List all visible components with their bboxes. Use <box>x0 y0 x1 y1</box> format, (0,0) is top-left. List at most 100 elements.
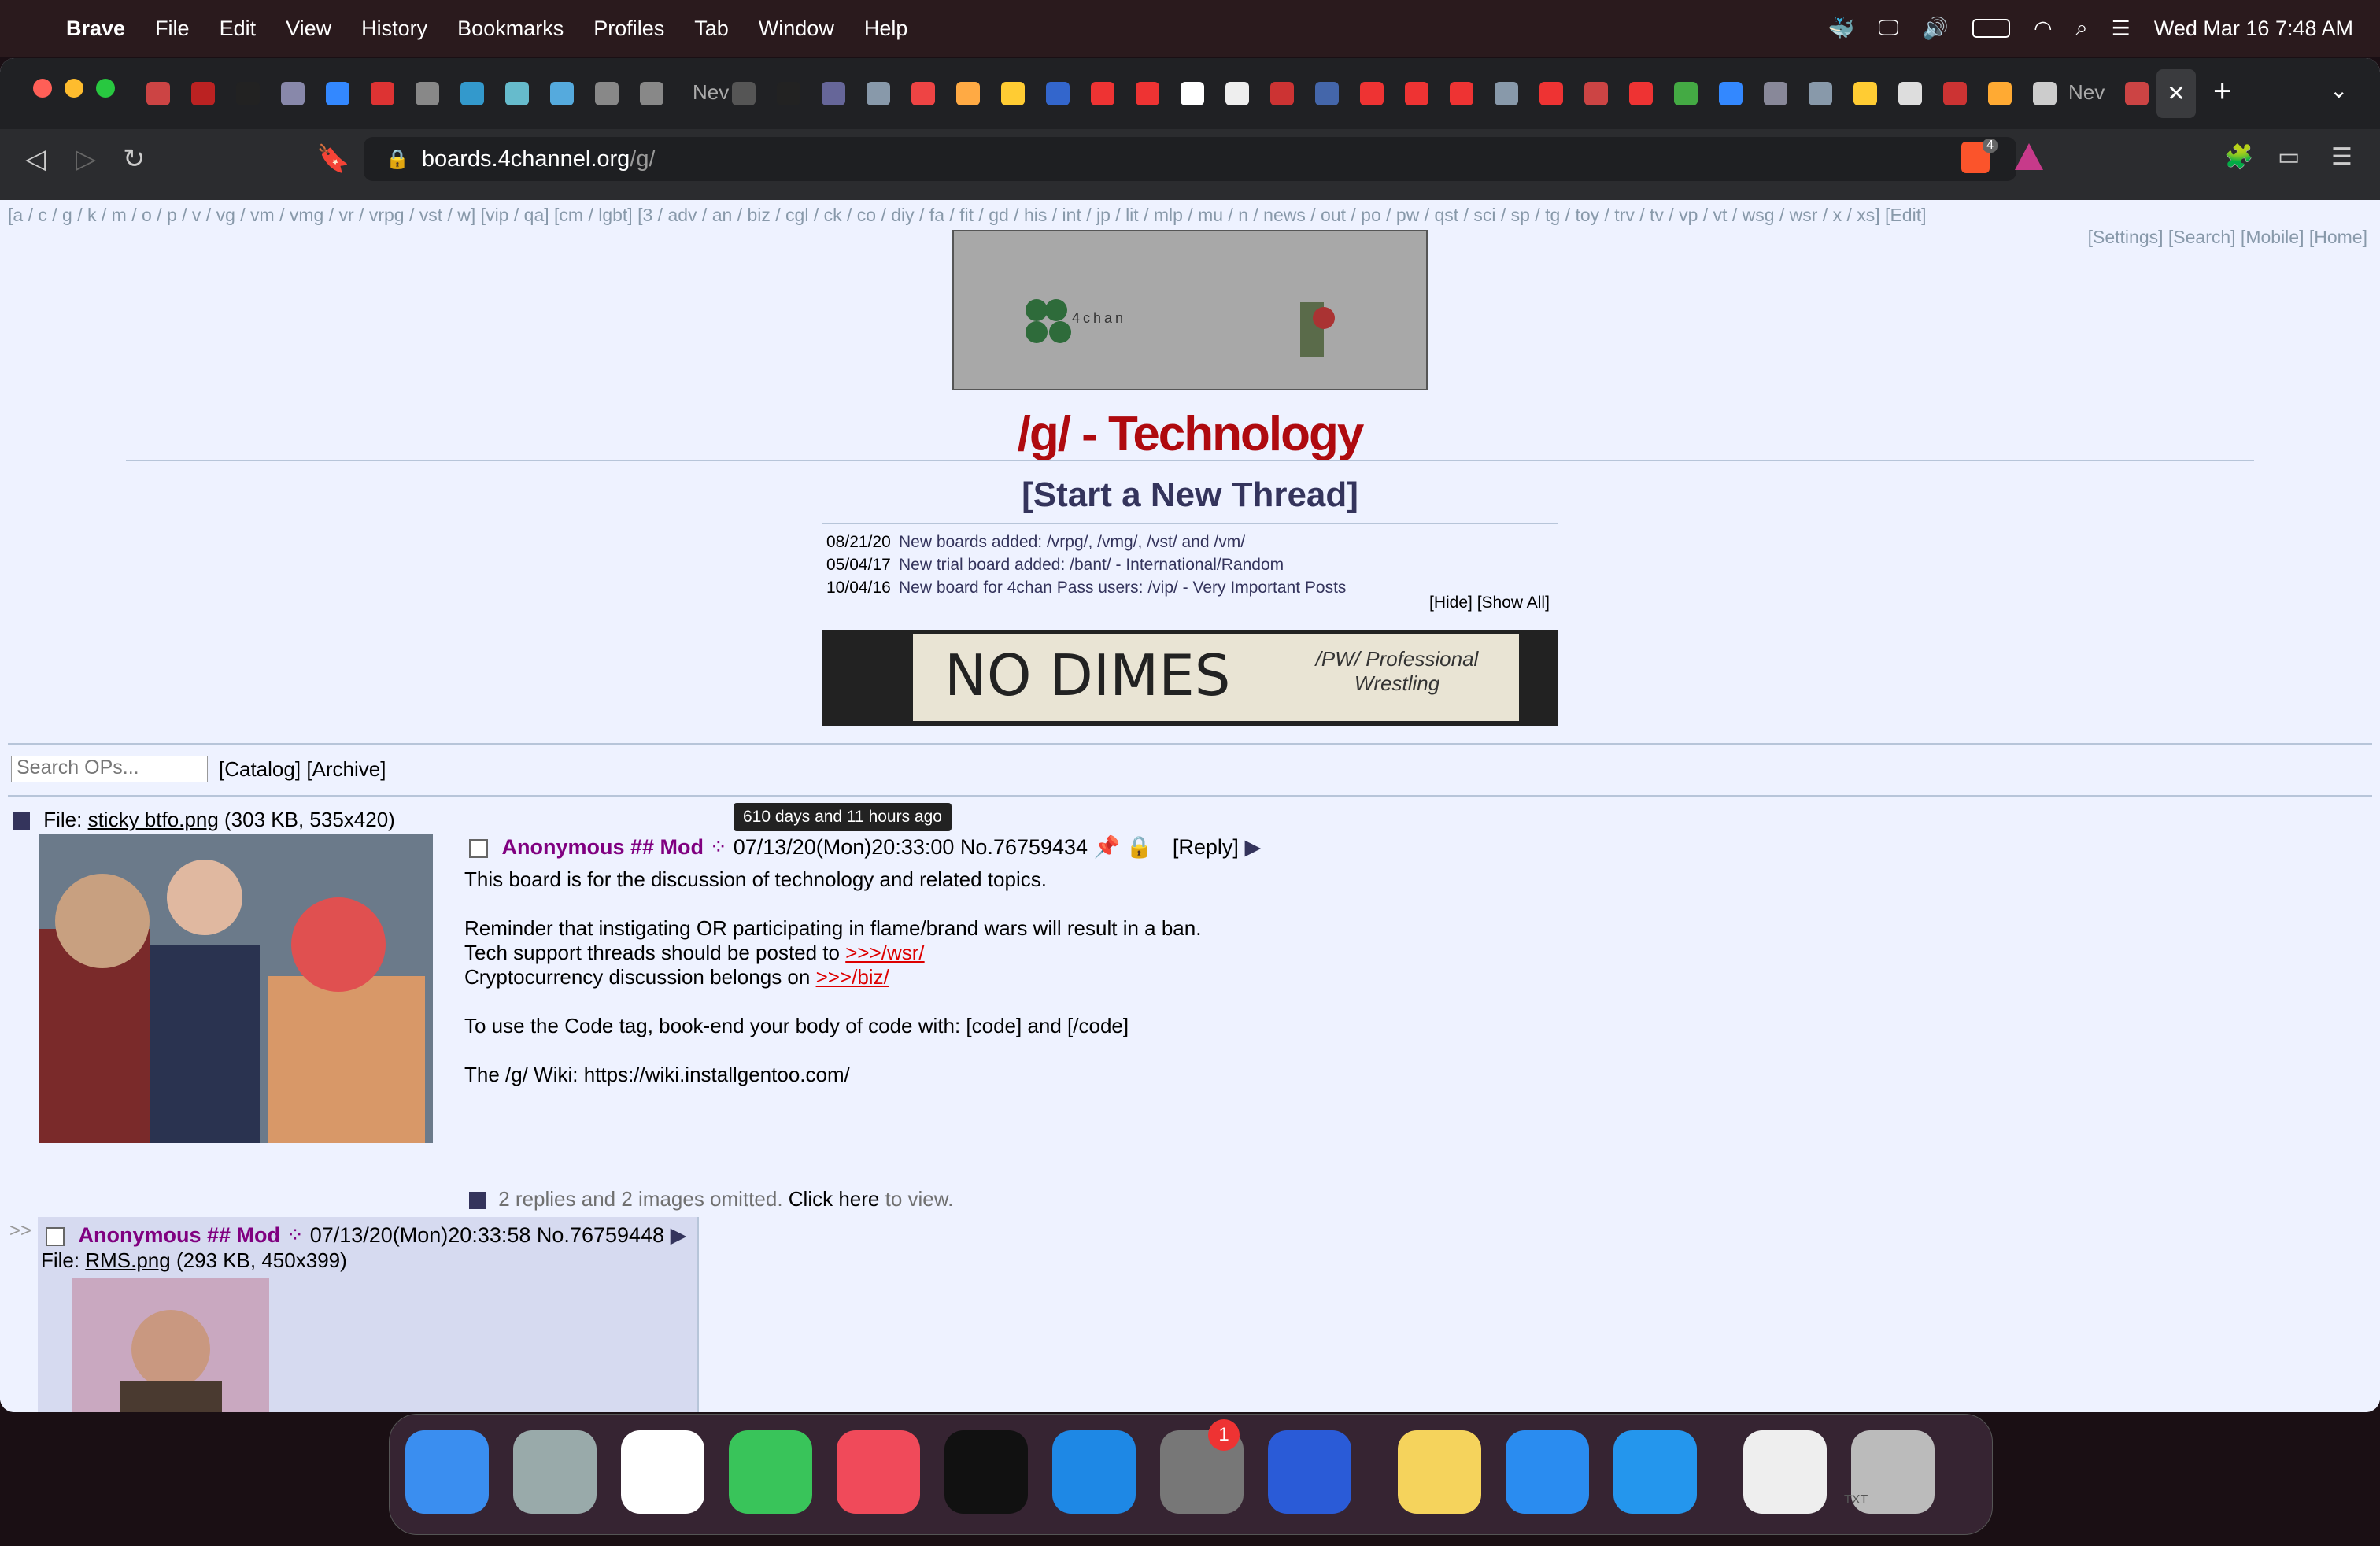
tab-favicon-icon[interactable] <box>1584 82 1608 105</box>
board-banner[interactable]: 4chan <box>952 230 1428 390</box>
safari-icon[interactable] <box>1506 1430 1589 1514</box>
docker-icon[interactable] <box>1613 1430 1697 1514</box>
menu-tab[interactable]: Tab <box>694 17 729 41</box>
tab-favicon-icon[interactable] <box>1898 82 1922 105</box>
music-icon[interactable] <box>837 1430 920 1514</box>
finder-icon[interactable] <box>405 1430 489 1514</box>
brave-icon[interactable] <box>621 1430 704 1514</box>
battery-icon[interactable] <box>1972 19 2010 38</box>
tab-favicon-icon[interactable] <box>2125 82 2149 105</box>
tab-favicon-icon[interactable] <box>1809 82 1832 105</box>
wifi-icon[interactable]: ◠ <box>2034 17 2053 41</box>
tab-favicon-icon[interactable] <box>1764 82 1787 105</box>
reply-file-link[interactable]: RMS.png <box>85 1248 170 1272</box>
extensions-icon[interactable]: 🧩 <box>2224 143 2253 171</box>
tab-favicon-icon[interactable] <box>1270 82 1294 105</box>
tab-favicon-icon[interactable] <box>1046 82 1070 105</box>
post-menu-arrow-icon[interactable]: ▶ <box>671 1223 687 1247</box>
close-tab-icon[interactable]: ✕ <box>2156 69 2196 118</box>
tab-favicon-icon[interactable] <box>1091 82 1114 105</box>
tab-label[interactable]: Nev <box>2068 80 2105 105</box>
tab-favicon-icon[interactable] <box>1001 82 1025 105</box>
tab-favicon-icon[interactable] <box>867 82 890 105</box>
vscode-icon[interactable] <box>1052 1430 1136 1514</box>
tab-favicon-icon[interactable] <box>1181 82 1204 105</box>
op-thumbnail[interactable] <box>39 834 433 1143</box>
zoom-window-button[interactable] <box>96 79 115 98</box>
tab-favicon-icon[interactable] <box>1539 82 1563 105</box>
tab-favicon-icon[interactable] <box>1405 82 1428 105</box>
search-ops-input[interactable]: Search OPs... <box>11 756 208 782</box>
menu-app-name[interactable]: Brave <box>66 17 125 41</box>
arc-icon[interactable] <box>1268 1430 1351 1514</box>
menu-view[interactable]: View <box>286 17 331 41</box>
tab-favicon-icon[interactable] <box>550 82 574 105</box>
quotelink-biz[interactable]: >>>/biz/ <box>816 965 889 989</box>
back-icon[interactable]: ◁ <box>25 143 46 175</box>
tab-favicon-icon[interactable] <box>371 82 394 105</box>
news-controls[interactable]: [Hide] [Show All] <box>1429 594 1550 612</box>
tab-favicon-icon[interactable] <box>505 82 529 105</box>
menu-edit[interactable]: Edit <box>220 17 257 41</box>
tab-favicon-icon[interactable] <box>146 82 170 105</box>
board-list[interactable]: [a / c / g / k / m / o / p / v / vg / vm… <box>8 205 1926 226</box>
tab-favicon-icon[interactable] <box>777 82 800 105</box>
launchpad-icon[interactable] <box>513 1430 597 1514</box>
start-thread-link[interactable]: [Start a New Thread] <box>0 475 2380 515</box>
menu-bookmarks[interactable]: Bookmarks <box>457 17 564 41</box>
bookmark-icon[interactable]: 🔖 <box>316 143 349 175</box>
txt-file-icon[interactable] <box>1743 1430 1827 1514</box>
docker-status-icon[interactable]: 🐳 <box>1828 16 1855 41</box>
archive-link[interactable]: [Archive] <box>306 757 386 781</box>
control-center-icon[interactable]: ☰ <box>2112 17 2131 41</box>
tab-favicon-icon[interactable] <box>1674 82 1698 105</box>
hide-thread-icon[interactable] <box>13 812 30 830</box>
tab-favicon-icon[interactable] <box>1719 82 1743 105</box>
tab-favicon-icon[interactable] <box>460 82 484 105</box>
post-datetime[interactable]: 07/13/20(Mon)20:33:58 <box>310 1223 531 1247</box>
volume-icon[interactable]: 🔊 <box>1922 16 1949 41</box>
forward-icon[interactable]: ▷ <box>76 143 96 175</box>
tab-favicon-icon[interactable] <box>1450 82 1473 105</box>
close-window-button[interactable] <box>33 79 52 98</box>
menu-help[interactable]: Help <box>864 17 908 41</box>
post-number[interactable]: No.76759448 <box>537 1223 664 1247</box>
tab-favicon-icon[interactable] <box>640 82 663 105</box>
tab-favicon-icon[interactable] <box>911 82 935 105</box>
menu-profiles[interactable]: Profiles <box>593 17 664 41</box>
reply-link[interactable]: [Reply] <box>1173 835 1239 859</box>
reload-icon[interactable]: ↻ <box>123 143 146 175</box>
tab-label[interactable]: Nev <box>693 80 729 105</box>
tab-favicon-icon[interactable] <box>1629 82 1653 105</box>
menu-history[interactable]: History <box>361 17 427 41</box>
tab-favicon-icon[interactable] <box>1136 82 1159 105</box>
tab-favicon-icon[interactable] <box>595 82 619 105</box>
tab-favicon-icon[interactable] <box>822 82 845 105</box>
spotlight-search-icon[interactable]: ⌕ <box>2076 16 2088 41</box>
menu-file[interactable]: File <box>155 17 190 41</box>
new-tab-button[interactable]: + <box>2213 74 2231 109</box>
tab-favicon-icon[interactable] <box>1853 82 1877 105</box>
facetime-icon[interactable] <box>729 1430 812 1514</box>
board-list-right-links[interactable]: [Settings] [Search] [Mobile] [Home] <box>2088 227 2367 248</box>
board-ad-banner[interactable]: NO DIMES /PW/ Professional Wrestling <box>822 630 1558 726</box>
expand-thread-icon[interactable] <box>469 1192 486 1210</box>
tab-favicon-icon[interactable] <box>1315 82 1339 105</box>
reply-thumbnail[interactable] <box>72 1278 269 1412</box>
tab-favicon-icon[interactable] <box>236 82 260 105</box>
post-number[interactable]: No.76759434 <box>960 835 1088 859</box>
reply-select-checkbox[interactable] <box>46 1226 65 1246</box>
tab-favicon-icon[interactable] <box>1943 82 1967 105</box>
quotelink-wsr[interactable]: >>>/wsr/ <box>845 941 924 964</box>
click-here-link[interactable]: Click here <box>789 1187 880 1211</box>
minimize-window-button[interactable] <box>65 79 83 98</box>
tab-favicon-icon[interactable] <box>1360 82 1384 105</box>
tab-favicon-icon[interactable] <box>732 82 756 105</box>
main-menu-icon[interactable]: ☰ <box>2331 143 2352 171</box>
tab-search-chevron-icon[interactable]: ⌄ <box>2330 77 2348 103</box>
tab-favicon-icon[interactable] <box>1988 82 2012 105</box>
tab-favicon-icon[interactable] <box>2033 82 2057 105</box>
wallet-icon[interactable]: ▭ <box>2278 143 2300 171</box>
tab-favicon-icon[interactable] <box>326 82 349 105</box>
post-datetime[interactable]: 07/13/20(Mon)20:33:00 <box>734 835 955 859</box>
